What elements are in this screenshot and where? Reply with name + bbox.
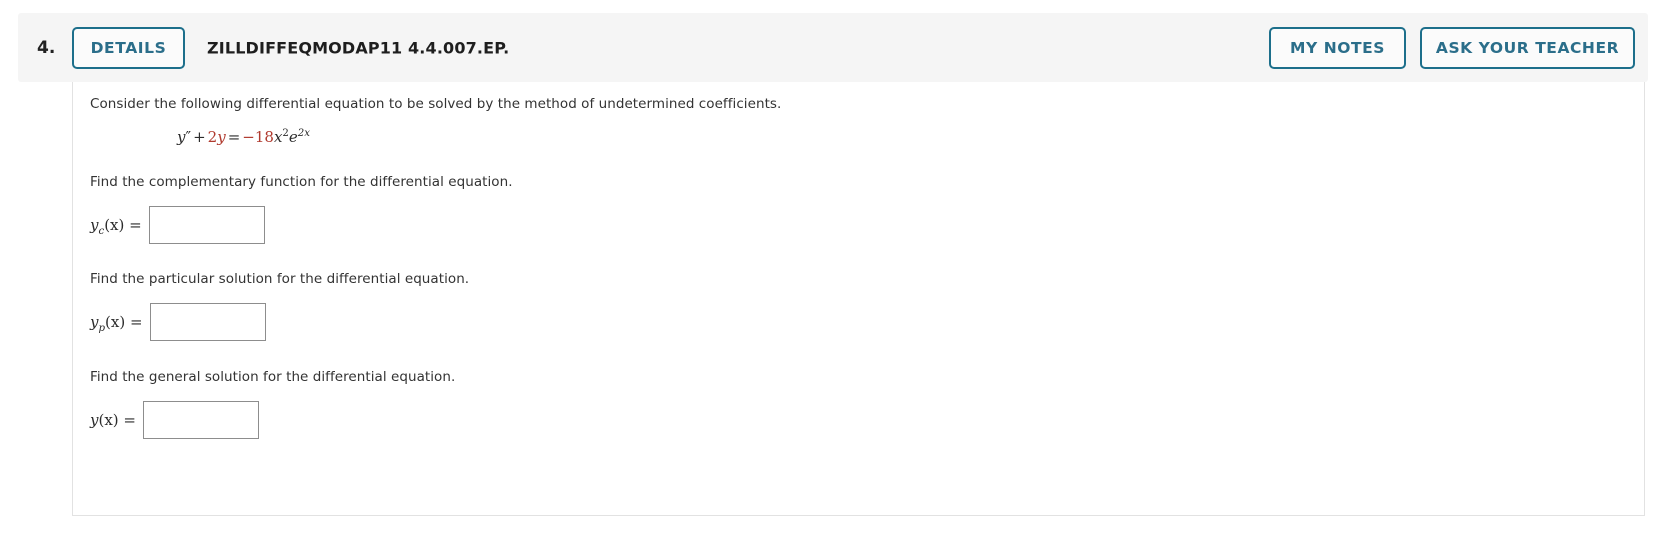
question-body-panel: Consider the following differential equa… xyxy=(72,82,1645,516)
header-actions: MY NOTES ASK YOUR TEACHER xyxy=(1269,26,1635,69)
equation-coefficient-18: 18 xyxy=(254,128,274,146)
section-prompt-particular: Find the particular solution for the dif… xyxy=(90,271,470,287)
assignment-identifier: ZILLDIFFEQMODAP11 4.4.007.EP. xyxy=(207,38,510,57)
answer-row-general: y(x) = xyxy=(90,401,259,439)
answer-label-yc: yc(x) = xyxy=(90,216,142,237)
equation-exponent-2x: 2x xyxy=(297,128,311,139)
answer-label-y: y(x) = xyxy=(90,411,136,429)
question-page: 4. DETAILS ZILLDIFFEQMODAP11 4.4.007.EP.… xyxy=(0,0,1663,537)
section-prompt-general: Find the general solution for the differ… xyxy=(90,369,456,385)
question-header-bar: 4. DETAILS ZILLDIFFEQMODAP11 4.4.007.EP.… xyxy=(18,13,1648,82)
equation-plus: + xyxy=(193,128,206,146)
answer-label-yp: yp(x) = xyxy=(90,313,143,334)
answer-input-particular[interactable] xyxy=(149,303,266,341)
equation-equals: = xyxy=(227,128,241,146)
answer-input-complementary[interactable] xyxy=(148,206,265,244)
my-notes-button[interactable]: MY NOTES xyxy=(1269,26,1406,69)
answer-input-general[interactable] xyxy=(142,401,259,439)
equation-e: e xyxy=(288,128,298,146)
details-button-label: DETAILS xyxy=(90,38,167,57)
section-prompt-complementary: Find the complementary function for the … xyxy=(90,174,513,190)
details-button[interactable]: DETAILS xyxy=(72,26,185,69)
ask-your-teacher-button[interactable]: ASK YOUR TEACHER xyxy=(1420,26,1635,69)
equation-minus: − xyxy=(242,128,255,146)
differential-equation: y″ +2y = −18x2e2x xyxy=(177,128,310,146)
equation-coefficient-2: 2 xyxy=(207,128,218,146)
my-notes-button-label: MY NOTES xyxy=(1290,38,1385,57)
equation-var-y: y xyxy=(217,128,226,146)
intro-text: Consider the following differential equa… xyxy=(90,96,782,112)
question-number: 4. xyxy=(37,37,56,58)
answer-row-complementary: yc(x) = xyxy=(90,206,265,244)
answer-row-particular: yp(x) = xyxy=(90,303,266,341)
ask-your-teacher-button-label: ASK YOUR TEACHER xyxy=(1435,38,1620,57)
